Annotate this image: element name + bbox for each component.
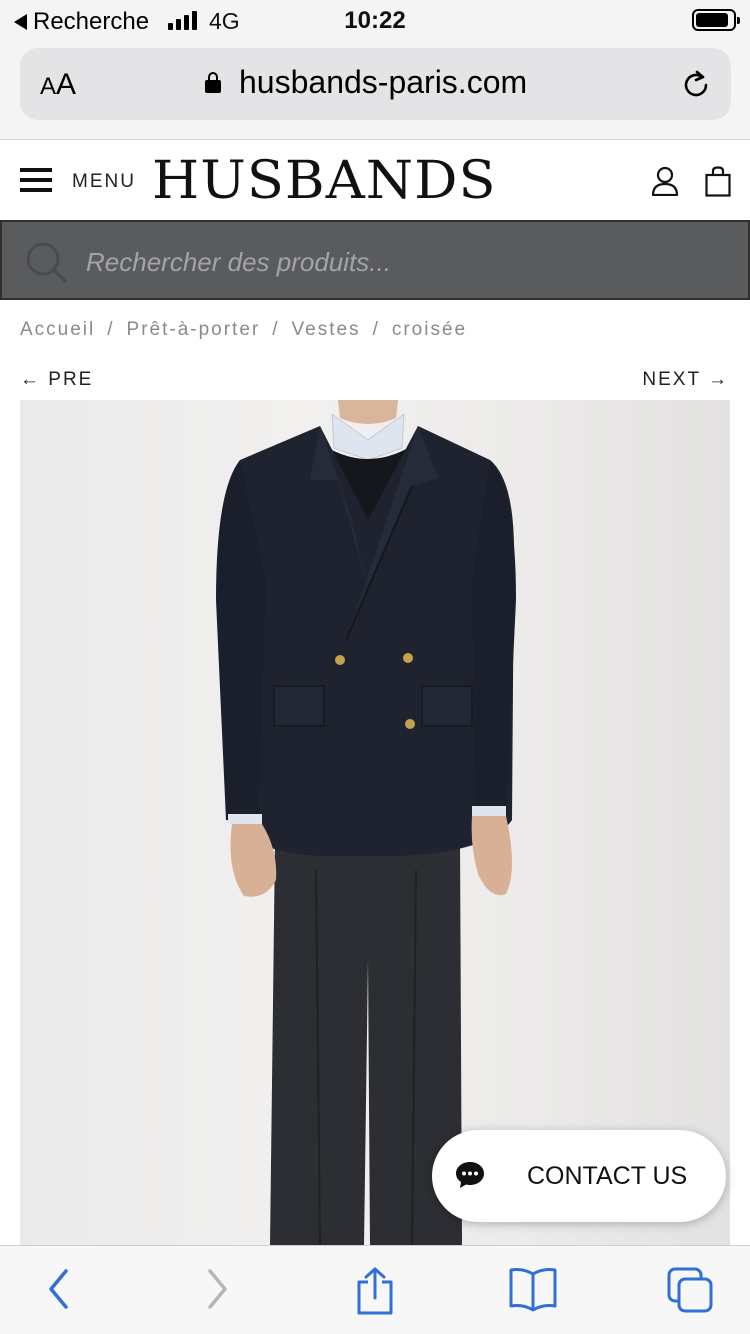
chat-icon xyxy=(456,1162,484,1188)
lock-icon xyxy=(205,72,221,94)
breadcrumb: Accueil / Prêt-à-porter / Vestes / crois… xyxy=(20,319,467,341)
search-icon[interactable] xyxy=(24,240,68,284)
double-breasted-jacket-illustration xyxy=(216,400,516,1246)
user-icon[interactable] xyxy=(651,166,679,196)
menu-button[interactable]: MENU xyxy=(72,171,136,193)
breadcrumb-separator: / xyxy=(107,319,115,340)
search-input[interactable] xyxy=(84,242,724,282)
product-search-bar xyxy=(0,220,750,300)
forward-chevron-icon[interactable] xyxy=(202,1266,232,1312)
contact-us-label: CONTACT US xyxy=(527,1162,688,1190)
hamburger-icon[interactable] xyxy=(20,168,52,192)
contact-us-button[interactable]: CONTACT US xyxy=(432,1130,726,1222)
breadcrumb-current: croisée xyxy=(391,319,468,340)
reader-text-size-button[interactable]: AA xyxy=(40,68,76,102)
product-image[interactable] xyxy=(20,400,730,1246)
site-logo[interactable]: HUSBANDS xyxy=(152,151,497,211)
bag-icon[interactable] xyxy=(705,166,731,197)
previous-product-link[interactable]: ← PRE xyxy=(20,369,93,391)
tabs-icon[interactable] xyxy=(666,1266,714,1314)
bookmarks-icon[interactable] xyxy=(508,1266,558,1312)
status-bar: Recherche 4G 10:22 xyxy=(0,0,750,40)
back-chevron-icon[interactable] xyxy=(44,1266,74,1312)
breadcrumb-separator: / xyxy=(272,319,280,340)
breadcrumb-vestes[interactable]: Vestes xyxy=(292,319,361,341)
battery-icon xyxy=(692,9,740,31)
browser-toolbar xyxy=(0,1245,750,1334)
address-bar[interactable]: AA husbands-paris.com xyxy=(20,48,731,120)
breadcrumb-pret-a-porter[interactable]: Prêt-à-porter xyxy=(127,319,261,341)
site-header: MENU HUSBANDS xyxy=(0,141,750,220)
browser-address-area: AA husbands-paris.com xyxy=(0,40,750,140)
breadcrumb-separator: / xyxy=(372,319,380,340)
clock: 10:22 xyxy=(344,7,406,34)
url-text[interactable]: husbands-paris.com xyxy=(239,64,527,101)
breadcrumb-home[interactable]: Accueil xyxy=(20,319,95,341)
reload-icon[interactable] xyxy=(680,68,712,100)
next-product-link[interactable]: NEXT → xyxy=(642,369,729,391)
share-icon[interactable] xyxy=(354,1266,396,1316)
